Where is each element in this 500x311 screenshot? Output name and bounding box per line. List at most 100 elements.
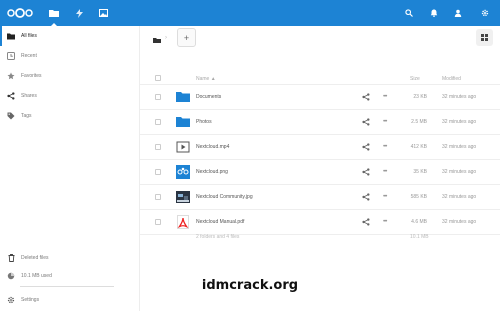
settings-button[interactable] — [476, 4, 494, 22]
add-button[interactable]: + — [177, 28, 196, 47]
star-icon — [7, 72, 15, 80]
table-row[interactable]: Documents ••• 23 KB 32 minutes ago — [140, 85, 500, 110]
header-modified[interactable]: Modified — [442, 76, 461, 82]
home-icon[interactable] — [152, 34, 162, 44]
file-modified: 32 minutes ago — [442, 169, 477, 175]
trash-icon — [7, 254, 15, 262]
bell-icon — [430, 9, 438, 17]
file-size: 585 KB — [410, 194, 427, 200]
summary-size: 10.1 MB — [410, 234, 429, 240]
share-icon[interactable] — [362, 93, 370, 101]
row-checkbox[interactable] — [155, 169, 161, 175]
sidebar-item-label: Deleted files — [21, 255, 49, 261]
sidebar-item-shares[interactable]: Shares — [0, 86, 139, 106]
row-checkbox[interactable] — [155, 119, 161, 125]
folder-icon — [176, 92, 190, 102]
header-size[interactable]: Size — [410, 76, 420, 82]
table-row[interactable]: Nextcloud Community.jpg ••• 585 KB 32 mi… — [140, 185, 500, 210]
watermark-text: idmcrack.org — [201, 278, 299, 293]
sidebar-item-settings[interactable]: Settings — [0, 290, 139, 310]
summary-text: 2 folders and 4 files — [196, 234, 240, 240]
more-options-icon[interactable]: ••• — [383, 194, 387, 200]
search-icon — [405, 9, 413, 17]
clock-icon — [7, 52, 15, 60]
file-name[interactable]: Nextcloud.mp4 — [196, 144, 229, 150]
file-name[interactable]: Photos — [196, 119, 212, 125]
file-size: 4.6 MB — [411, 219, 427, 225]
sidebar-item-label: Tags — [21, 113, 32, 119]
sidebar-item-recent[interactable]: Recent — [0, 46, 139, 66]
grid-view-button[interactable] — [476, 29, 493, 46]
nav-app-gallery[interactable] — [94, 4, 112, 22]
sidebar: All files Recent Favorites Shares Tags D… — [0, 26, 140, 311]
row-checkbox[interactable] — [155, 194, 161, 200]
tag-icon — [7, 112, 15, 120]
file-name[interactable]: Nextcloud.png — [196, 169, 228, 175]
table-row[interactable]: Nextcloud.mp4 ••• 412 KB 32 minutes ago — [140, 135, 500, 160]
contacts-button[interactable] — [449, 4, 467, 22]
top-bar — [0, 0, 500, 26]
gear-icon — [481, 9, 489, 17]
breadcrumb-separator: › — [165, 35, 167, 41]
file-modified: 32 minutes ago — [442, 94, 477, 100]
file-modified: 32 minutes ago — [442, 119, 477, 125]
share-icon[interactable] — [362, 168, 370, 176]
table-summary: 2 folders and 4 files 10.1 MB — [140, 229, 500, 243]
nav-app-activity[interactable] — [70, 4, 88, 22]
table-header: Name ▲ Size Modified — [140, 72, 500, 85]
file-size: 2.5 MB — [411, 119, 427, 125]
grid-icon — [481, 34, 488, 41]
share-icon[interactable] — [362, 218, 370, 226]
notifications-button[interactable] — [425, 4, 443, 22]
file-name[interactable]: Documents — [196, 94, 221, 100]
nav-app-files[interactable] — [45, 4, 63, 26]
search-button[interactable] — [400, 4, 418, 22]
share-icon[interactable] — [362, 193, 370, 201]
more-options-icon[interactable]: ••• — [383, 144, 387, 150]
file-modified: 32 minutes ago — [442, 194, 477, 200]
image-thumbnail-icon — [176, 165, 190, 179]
select-all-checkbox[interactable] — [155, 75, 161, 81]
video-file-icon — [176, 141, 190, 153]
more-options-icon[interactable]: ••• — [383, 219, 387, 225]
folder-icon — [7, 32, 15, 40]
row-checkbox[interactable] — [155, 144, 161, 150]
lightning-icon — [75, 8, 83, 18]
share-icon[interactable] — [362, 118, 370, 126]
file-size: 412 KB — [410, 144, 427, 150]
contacts-icon — [454, 9, 462, 17]
more-options-icon[interactable]: ••• — [383, 94, 387, 100]
gear-icon — [7, 296, 15, 304]
sidebar-item-label: Shares — [21, 93, 37, 99]
image-icon — [98, 9, 108, 17]
sidebar-item-favorites[interactable]: Favorites — [0, 66, 139, 86]
sidebar-item-label: All files — [21, 33, 37, 39]
file-modified: 32 minutes ago — [442, 219, 477, 225]
file-name[interactable]: Nextcloud Manual.pdf — [196, 219, 244, 225]
file-name[interactable]: Nextcloud Community.jpg — [196, 194, 253, 200]
row-checkbox[interactable] — [155, 94, 161, 100]
file-size: 23 KB — [413, 94, 427, 100]
table-row[interactable]: Photos ••• 2.5 MB 32 minutes ago — [140, 110, 500, 135]
folder-icon — [49, 10, 59, 17]
folder-icon — [176, 117, 190, 127]
nextcloud-logo[interactable] — [7, 8, 33, 18]
sidebar-item-deleted-files[interactable]: Deleted files — [0, 248, 139, 268]
photo-thumbnail-icon — [176, 191, 190, 203]
file-modified: 32 minutes ago — [442, 144, 477, 150]
table-row[interactable]: Nextcloud.png ••• 35 KB 32 minutes ago — [140, 160, 500, 185]
sidebar-item-label: Settings — [21, 297, 40, 303]
row-checkbox[interactable] — [155, 219, 161, 225]
more-options-icon[interactable]: ••• — [383, 119, 387, 125]
sidebar-item-all-files[interactable]: All files — [0, 26, 139, 46]
sidebar-item-tags[interactable]: Tags — [0, 106, 139, 126]
sidebar-item-label: Favorites — [21, 73, 42, 79]
header-name[interactable]: Name ▲ — [196, 76, 216, 82]
sidebar-item-label: Recent — [21, 53, 37, 59]
share-icon — [7, 92, 15, 100]
pdf-file-icon — [177, 215, 189, 229]
file-list-panel: › + Name ▲ Size Modified Documents ••• 2… — [140, 26, 500, 311]
more-options-icon[interactable]: ••• — [383, 169, 387, 175]
file-size: 35 KB — [413, 169, 427, 175]
share-icon[interactable] — [362, 143, 370, 151]
